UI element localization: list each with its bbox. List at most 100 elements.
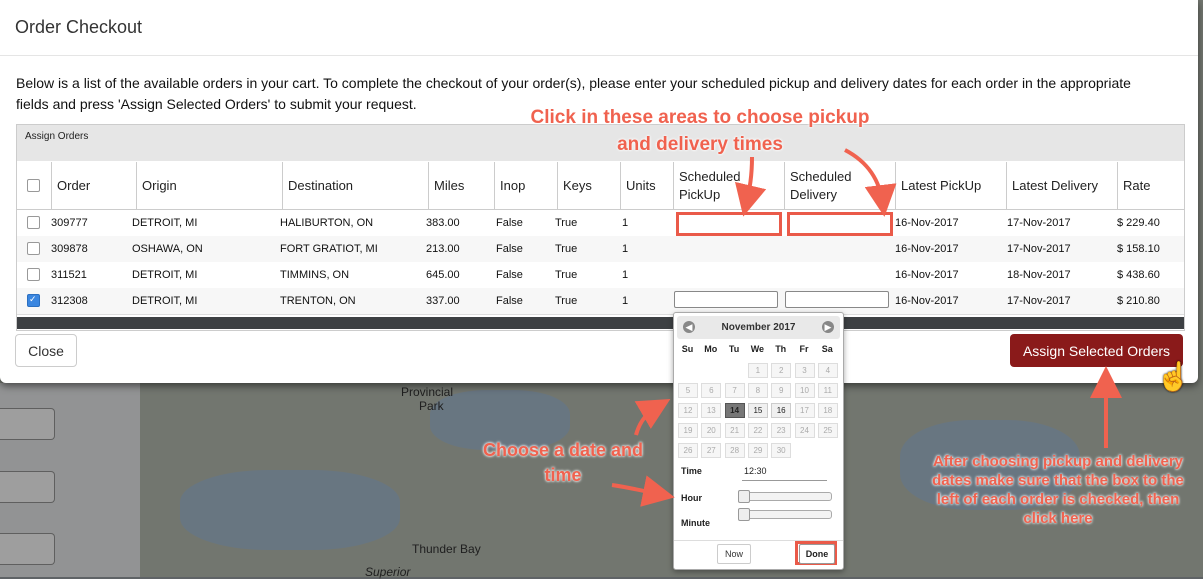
hour-slider-handle[interactable] <box>738 490 750 503</box>
calendar-day[interactable]: 26 <box>678 443 698 458</box>
cell-latest-pickup: 16-Nov-2017 <box>895 269 959 281</box>
calendar-day[interactable]: 2 <box>771 363 792 378</box>
calendar-day[interactable]: 10 <box>794 383 815 398</box>
cell-origin: OSHAWA, ON <box>132 243 203 255</box>
col-scheduled-delivery[interactable]: Scheduled Delivery <box>784 162 895 209</box>
calendar-day[interactable]: 4 <box>817 363 838 378</box>
modal-header: Order Checkout <box>0 0 1198 56</box>
cell-latest-delivery: 17-Nov-2017 <box>1007 243 1071 255</box>
order-checkout-modal: Order Checkout Below is a list of the av… <box>0 0 1198 383</box>
calendar-day[interactable]: 20 <box>701 423 722 438</box>
calendar-day[interactable]: 1 <box>747 363 768 378</box>
calendar-day[interactable]: 8 <box>747 383 768 398</box>
scheduled-delivery-input[interactable] <box>785 291 889 308</box>
calendar-day[interactable]: 16 <box>771 403 792 418</box>
calendar-day[interactable]: 5 <box>678 383 698 398</box>
cell-miles: 337.00 <box>426 295 460 307</box>
cell-destination: HALIBURTON, ON <box>280 217 374 229</box>
col-origin[interactable]: Origin <box>136 162 282 209</box>
col-scheduled-pickup[interactable]: Scheduled PickUp <box>673 162 784 209</box>
annotation-click-areas: Click in these areas to choose pickup an… <box>530 107 870 155</box>
cell-destination: TIMMINS, ON <box>280 269 350 281</box>
calendar-day[interactable]: 30 <box>771 443 792 458</box>
col-units[interactable]: Units <box>620 162 673 209</box>
cell-order: 311521 <box>51 269 87 281</box>
calendar-day[interactable]: 19 <box>678 423 698 438</box>
calendar-day[interactable]: 15 <box>747 403 768 418</box>
table-row[interactable]: 309878 OSHAWA, ON FORT GRATIOT, MI 213.0… <box>17 236 1184 263</box>
table-row[interactable]: 312308 DETROIT, MI TRENTON, ON 337.00 Fa… <box>17 288 1184 315</box>
grid-footer <box>17 317 1184 329</box>
grid-header: Order Origin Destination Miles Inop Keys… <box>17 162 1184 210</box>
calendar-day[interactable]: 14 <box>724 403 745 418</box>
row-checkbox[interactable] <box>27 268 40 281</box>
calendar-day[interactable]: 12 <box>678 403 698 418</box>
calendar-day[interactable]: 11 <box>817 383 838 398</box>
calendar-day[interactable]: 21 <box>724 423 745 438</box>
time-value: 12:30 <box>744 466 767 476</box>
row-checkbox[interactable] <box>27 242 40 255</box>
hand-cursor-icon: ☝ <box>1156 361 1191 392</box>
row-checkbox[interactable] <box>27 216 40 229</box>
cell-inop: False <box>496 217 523 229</box>
calendar-day[interactable]: 27 <box>701 443 722 458</box>
cell-units: 1 <box>622 243 629 255</box>
cell-destination: TRENTON, ON <box>280 295 356 307</box>
calendar-day[interactable]: 29 <box>747 443 768 458</box>
col-inop[interactable]: Inop <box>494 162 557 209</box>
calendar-day[interactable]: 25 <box>817 423 838 438</box>
cell-inop: False <box>496 269 523 281</box>
cell-order: 309878 <box>51 243 88 255</box>
scheduled-pickup-input[interactable] <box>674 291 778 308</box>
table-row[interactable]: 311521 DETROIT, MI TIMMINS, ON 645.00 Fa… <box>17 262 1184 289</box>
cell-origin: DETROIT, MI <box>132 295 198 307</box>
weekday-label: We <box>750 344 765 354</box>
cell-origin: DETROIT, MI <box>132 217 198 229</box>
weekday-label: Mo <box>704 344 718 354</box>
annotation-choose-date: Choose a date and time <box>482 440 644 485</box>
done-button[interactable]: Done <box>799 544 835 564</box>
minute-slider[interactable] <box>738 508 832 521</box>
calendar-day[interactable]: 7 <box>724 383 745 398</box>
calendar-day[interactable]: 9 <box>771 383 792 398</box>
scheduled-pickup-highlight[interactable] <box>676 212 782 236</box>
next-month-icon[interactable]: ▶ <box>822 321 834 333</box>
col-keys[interactable]: Keys <box>557 162 620 209</box>
close-button[interactable]: Close <box>15 334 77 367</box>
cell-latest-pickup: 16-Nov-2017 <box>895 243 959 255</box>
cell-latest-pickup: 16-Nov-2017 <box>895 295 959 307</box>
time-label: Time <box>681 466 702 476</box>
cell-rate: $ 158.10 <box>1117 243 1160 255</box>
row-checkbox[interactable] <box>27 294 40 307</box>
hour-slider[interactable] <box>738 490 832 503</box>
now-button[interactable]: Now <box>717 544 751 564</box>
col-order[interactable]: Order <box>51 162 136 209</box>
scheduled-delivery-highlight[interactable] <box>787 212 893 236</box>
cell-origin: DETROIT, MI <box>132 269 198 281</box>
cell-miles: 383.00 <box>426 217 460 229</box>
col-destination[interactable]: Destination <box>282 162 428 209</box>
calendar-day[interactable]: 24 <box>794 423 815 438</box>
calendar-day[interactable]: 17 <box>794 403 815 418</box>
table-row[interactable]: 309777 DETROIT, MI HALIBURTON, ON 383.00… <box>17 210 1184 237</box>
calendar-day[interactable]: 13 <box>701 403 722 418</box>
col-latest-pickup[interactable]: Latest PickUp <box>895 162 1006 209</box>
col-scheduled-delivery-label: Scheduled Delivery <box>790 168 852 202</box>
cell-destination: FORT GRATIOT, MI <box>280 243 378 255</box>
calendar-day[interactable]: 6 <box>701 383 722 398</box>
col-rate[interactable]: Rate <box>1117 162 1184 209</box>
calendar-day[interactable]: 18 <box>817 403 838 418</box>
cell-keys: True <box>555 295 578 307</box>
calendar-day[interactable]: 23 <box>771 423 792 438</box>
cell-miles: 645.00 <box>426 269 460 281</box>
minute-slider-handle[interactable] <box>738 508 750 521</box>
cell-latest-delivery: 17-Nov-2017 <box>1007 217 1071 229</box>
select-all-checkbox[interactable] <box>27 179 40 192</box>
cell-latest-delivery: 18-Nov-2017 <box>1007 269 1071 281</box>
calendar-day[interactable]: 28 <box>724 443 745 458</box>
col-miles[interactable]: Miles <box>428 162 494 209</box>
calendar-day[interactable]: 22 <box>747 423 768 438</box>
col-latest-delivery[interactable]: Latest Delivery <box>1006 162 1117 209</box>
datetime-picker: ◀ November 2017 ▶ Su Mo Tu We Th Fr Sa 1234567… <box>673 312 844 570</box>
calendar-day[interactable]: 3 <box>794 363 815 378</box>
